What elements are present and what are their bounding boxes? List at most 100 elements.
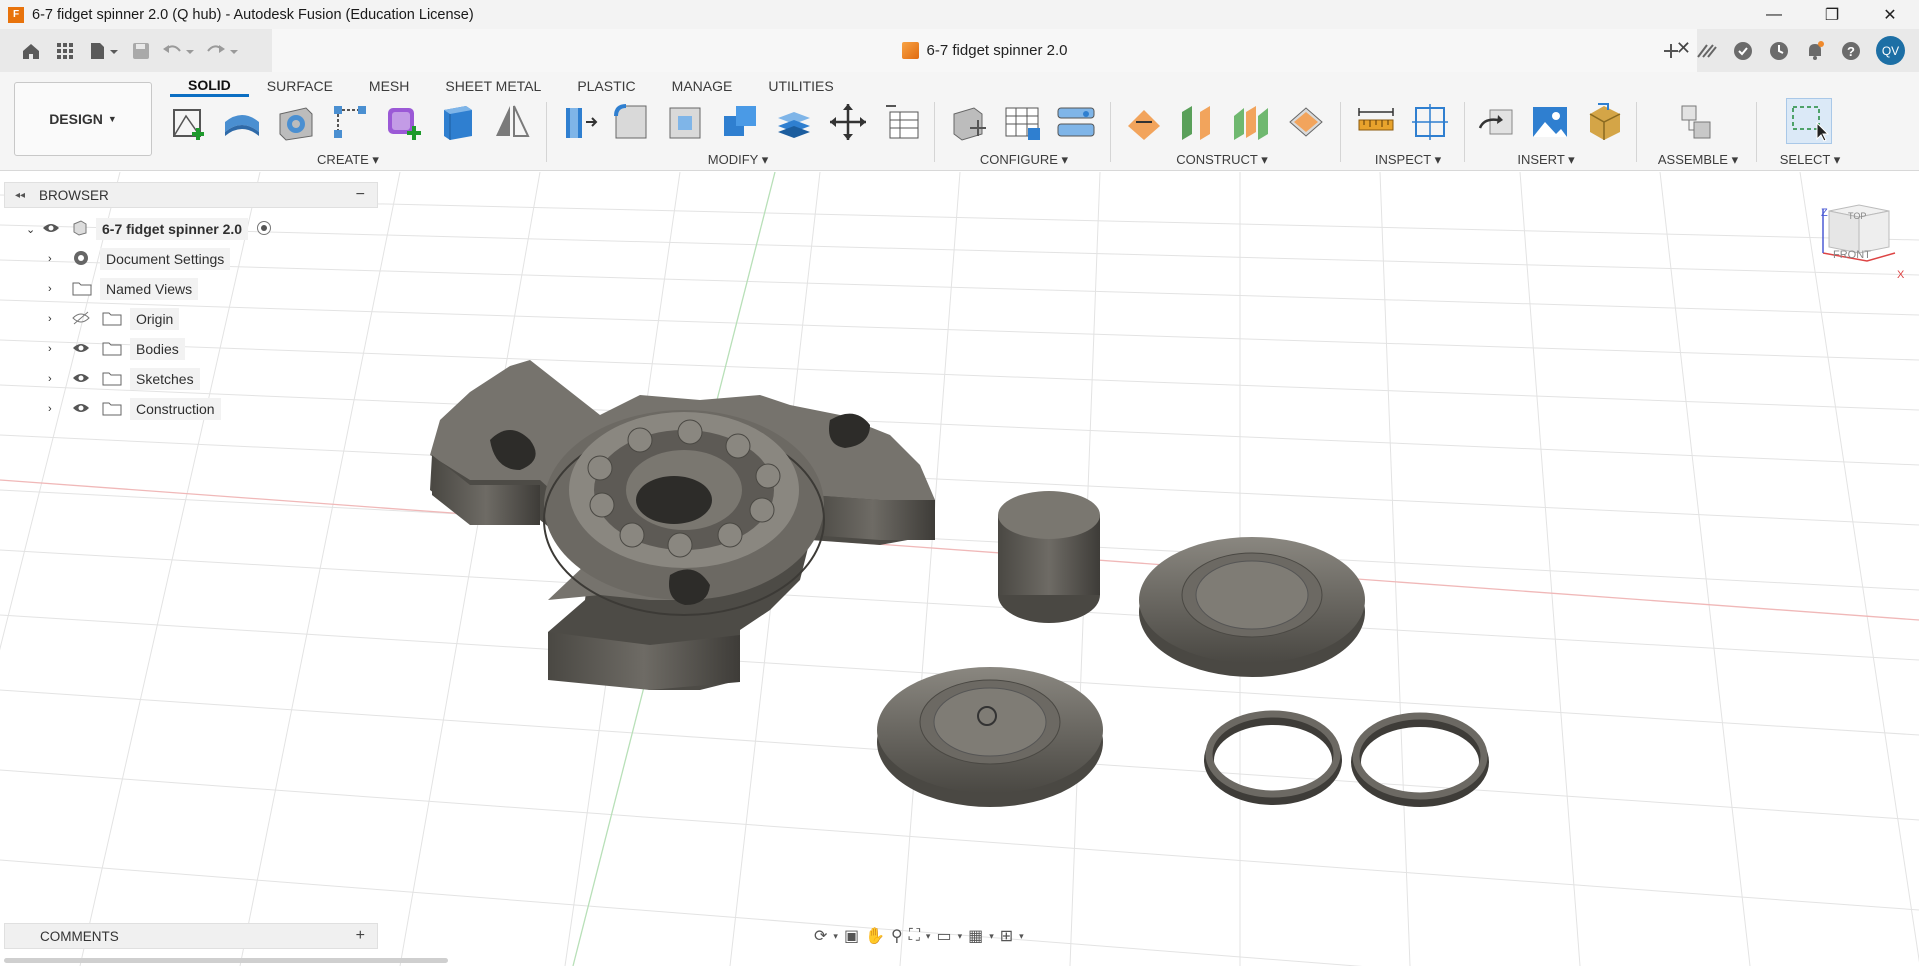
inspect-menu[interactable]: INSPECT ▾ [1360,152,1456,168]
new-component-icon[interactable] [1676,102,1714,140]
construct-menu[interactable]: CONSTRUCT ▾ [1168,152,1276,168]
press-pull-icon[interactable] [560,102,598,140]
view-cube-front-face[interactable]: FRONT [1833,249,1871,261]
viewports-icon[interactable]: ⊞ [1000,926,1013,946]
chevron-right-icon[interactable]: › [48,313,72,325]
display-settings-icon[interactable]: ▭ [936,926,951,946]
tab-mesh[interactable]: MESH [351,75,427,97]
configuration-table-icon[interactable] [1002,102,1040,140]
help-icon[interactable]: ? [1840,40,1862,62]
chevron-down-icon[interactable]: ▾ [989,931,994,942]
chevron-right-icon[interactable]: › [48,343,72,355]
fit-window-icon[interactable]: ⛶ [909,927,920,945]
configure-design-icon[interactable] [948,102,986,141]
view-cube[interactable]: TOP FRONT X Z [1815,203,1905,281]
shell-icon[interactable] [666,102,704,140]
tab-plastic[interactable]: PLASTIC [559,75,653,97]
eye-icon[interactable] [72,341,102,357]
chevron-right-icon[interactable]: › [48,403,72,415]
chevron-right-icon[interactable]: › [48,373,72,385]
collapse-panel-icon[interactable]: ◂◂ [15,190,25,201]
fillet-icon[interactable] [612,102,650,140]
tree-item-construction[interactable]: › Construction [48,396,221,422]
tree-item-sketches[interactable]: › Sketches [48,366,200,392]
eye-icon[interactable] [72,401,102,417]
revolve-icon[interactable] [276,102,314,141]
pan-hand-icon[interactable]: ✋ [865,926,885,946]
select-menu[interactable]: SELECT ▾ [1768,152,1852,168]
tree-item-document-settings[interactable]: › Document Settings [48,246,231,272]
chevron-right-icon[interactable]: › [48,283,72,295]
configure-menu[interactable]: CONFIGURE ▾ [972,152,1076,168]
modify-menu[interactable]: MODIFY ▾ [690,152,786,168]
canvas-image-icon[interactable] [1530,102,1568,140]
job-status-clock-icon[interactable] [1768,40,1790,62]
plane-at-angle-icon[interactable] [1178,102,1216,140]
document-tab[interactable]: 6-7 fidget spinner 2.0 ✕ [272,29,1697,72]
extensions-icon[interactable] [1696,40,1718,62]
data-panel-grid-icon[interactable] [48,36,82,66]
extrude-icon[interactable] [222,102,260,140]
chevron-right-icon[interactable]: › [48,253,72,265]
tab-solid[interactable]: SOLID [170,75,249,97]
section-analysis-icon[interactable] [1410,102,1448,140]
chevron-down-icon[interactable]: ▾ [833,931,838,942]
midplane-icon[interactable] [1232,102,1270,140]
minimize-panel-icon[interactable]: − [356,186,365,204]
activate-radio-icon[interactable] [256,220,272,239]
tab-sheet-metal[interactable]: SHEET METAL [427,75,559,97]
close-window-button[interactable]: ✕ [1861,0,1919,29]
select-tool-icon[interactable] [1786,98,1832,144]
user-avatar[interactable]: QV [1876,36,1905,65]
chevron-down-icon[interactable]: ▾ [958,931,963,942]
save-icon[interactable] [126,36,156,66]
comments-panel[interactable]: COMMENTS + [4,923,378,949]
chevron-down-icon[interactable]: ▾ [926,931,931,942]
notifications-bell-icon[interactable] [1804,40,1826,62]
home-icon[interactable] [14,36,48,66]
orbit-icon[interactable]: ⟳ [814,926,827,946]
zoom-icon[interactable]: ⚲ [891,926,903,946]
tree-item-named-views[interactable]: › Named Views [48,276,199,302]
horizontal-scrollbar[interactable] [4,958,448,963]
axis-through-cylinder-icon[interactable] [1286,102,1324,140]
tree-item-origin[interactable]: › Origin [48,306,180,332]
mirror-icon[interactable] [492,102,530,140]
new-tab-plus-icon[interactable] [1660,40,1682,62]
configure-rules-icon[interactable] [1056,102,1095,140]
insert-menu[interactable]: INSERT ▾ [1498,152,1594,168]
grid-snap-icon[interactable]: ▦ [968,926,983,946]
chevron-down-icon[interactable]: ▾ [1019,931,1024,942]
tab-manage[interactable]: MANAGE [654,75,751,97]
measure-icon[interactable] [1356,102,1394,140]
tree-root[interactable]: ⌄ 6-7 fidget spinner 2.0 [26,216,272,242]
pattern-icon[interactable] [330,102,368,140]
insert-derive-icon[interactable] [1476,102,1514,140]
create-menu[interactable]: CREATE ▾ [300,152,396,168]
tab-surface[interactable]: SURFACE [249,75,351,97]
create-form-icon[interactable] [384,102,422,140]
tree-item-bodies[interactable]: › Bodies [48,336,185,362]
view-cube-top-face[interactable]: TOP [1848,211,1866,221]
offset-plane-icon[interactable] [1124,102,1162,140]
workspace-switcher-button[interactable]: DESIGN ▼ [14,82,152,156]
look-at-icon[interactable]: ▣ [844,926,859,946]
minimize-button[interactable]: — [1745,0,1803,29]
eye-icon[interactable] [42,221,72,237]
chevron-down-icon[interactable]: ⌄ [26,223,42,236]
eye-hidden-icon[interactable] [72,311,102,328]
redo-icon[interactable] [200,36,244,66]
maximize-button[interactable]: ❐ [1803,0,1861,29]
assemble-menu[interactable]: ASSEMBLE ▾ [1648,152,1748,168]
box-icon[interactable] [438,102,476,140]
sync-status-icon[interactable] [1732,40,1754,62]
eye-icon[interactable] [72,371,102,387]
create-sketch-icon[interactable] [170,102,208,140]
add-comment-icon[interactable]: + [356,927,365,945]
change-parameters-icon[interactable] [882,102,920,140]
combine-icon[interactable] [720,102,758,140]
offset-face-icon[interactable] [774,102,812,140]
undo-icon[interactable] [156,36,200,66]
tab-utilities[interactable]: UTILITIES [750,75,851,97]
insert-mcmaster-icon[interactable] [1584,102,1622,140]
